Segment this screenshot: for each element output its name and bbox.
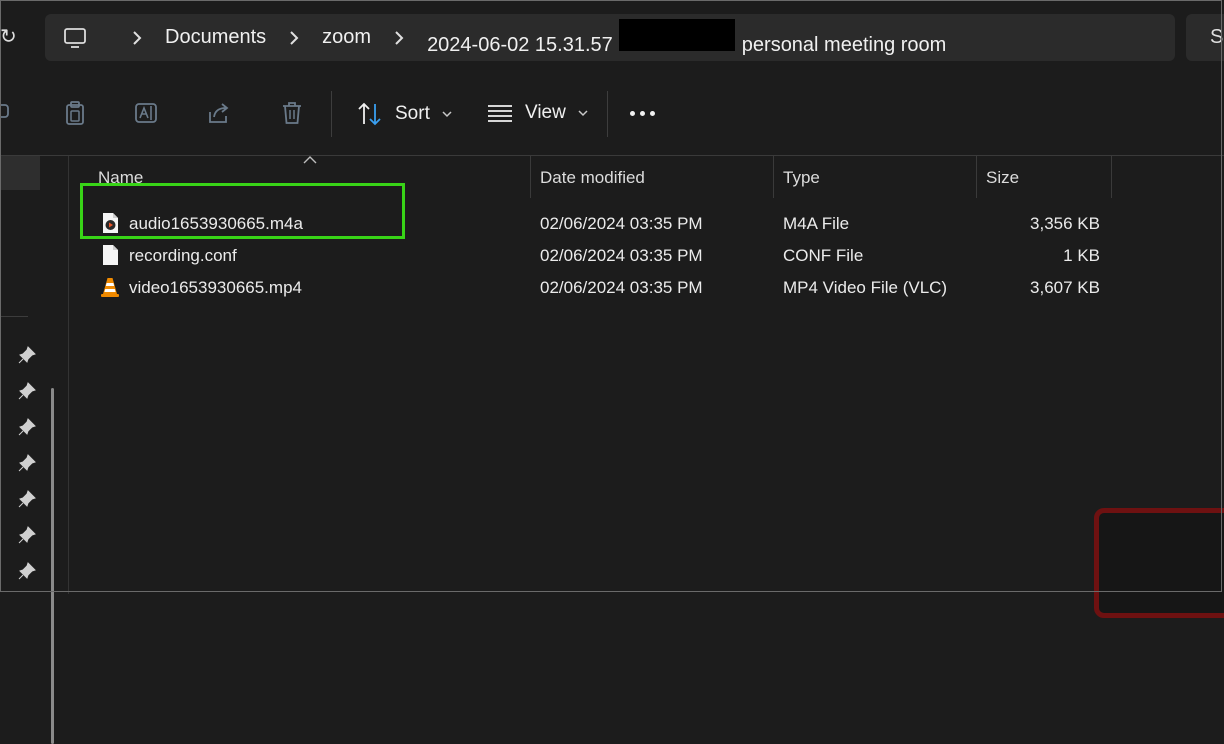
column-header-date[interactable]: Date modified <box>531 156 773 198</box>
breadcrumb-folder-date: 2024-06-02 15.31.57 <box>427 33 613 56</box>
column-header-size[interactable]: Size <box>977 156 1111 198</box>
pin-icon[interactable] <box>18 526 36 544</box>
breadcrumb-folder-suffix: personal meeting room <box>741 33 947 56</box>
pin-icon[interactable] <box>18 382 36 400</box>
audio-file-icon <box>103 213 118 233</box>
file-size: 3,607 KB <box>1030 278 1100 297</box>
paste-icon[interactable] <box>62 100 88 126</box>
pin-icon[interactable] <box>18 454 36 472</box>
pin-icon[interactable] <box>18 562 36 580</box>
toolbar-separator <box>607 91 608 137</box>
chevron-right-icon[interactable] <box>393 30 405 45</box>
command-bar: Sort View <box>0 73 1224 156</box>
view-button[interactable]: View <box>487 102 600 124</box>
file-size: 3,356 KB <box>1030 214 1100 233</box>
file-list: Name Date modified Type Size audio165393… <box>70 156 1224 594</box>
file-date: 02/06/2024 03:35 PM <box>540 214 703 233</box>
file-date: 02/06/2024 03:35 PM <box>540 246 703 265</box>
column-header-date-label: Date modified <box>540 168 645 187</box>
share-icon[interactable] <box>206 100 232 126</box>
file-row[interactable]: audio1653930665.m4a 02/06/2024 03:35 PM … <box>70 208 1224 240</box>
breadcrumb-documents[interactable]: Documents <box>165 26 266 49</box>
toolbar-separator <box>331 91 332 137</box>
pin-icon[interactable] <box>18 346 36 364</box>
search-placeholder: Se <box>1210 26 1224 48</box>
file-type: M4A File <box>783 214 850 233</box>
delete-icon[interactable] <box>279 100 305 126</box>
column-header-size-label: Size <box>986 168 1020 187</box>
file-name: recording.conf <box>129 246 237 265</box>
sort-label: Sort <box>395 103 430 124</box>
redaction-block <box>618 18 735 51</box>
overlay-window-corner <box>1094 508 1224 618</box>
navigation-pane <box>0 156 60 744</box>
chevron-down-icon <box>578 110 588 117</box>
file-name: video1653930665.mp4 <box>129 278 302 297</box>
breadcrumb-zoom[interactable]: zoom <box>322 26 371 49</box>
pin-icon[interactable] <box>18 418 36 436</box>
sort-icon <box>358 102 381 126</box>
refresh-icon[interactable]: ↻ <box>0 24 17 49</box>
column-header-type-label: Type <box>783 168 820 187</box>
computer-icon[interactable] <box>63 27 87 49</box>
column-header-name-label: Name <box>98 168 144 187</box>
pane-divider[interactable] <box>68 156 69 594</box>
address-bar-region: ↻ Documents zoom 2024-06-02 15.31.57 pers… <box>0 0 1224 72</box>
nav-divider <box>0 316 28 317</box>
view-icon <box>488 105 512 122</box>
chevron-down-icon <box>442 111 452 118</box>
vlc-icon <box>101 278 119 297</box>
share-left-icon[interactable] <box>0 100 18 126</box>
column-header-name[interactable]: Name <box>70 156 530 198</box>
breadcrumb[interactable]: Documents zoom 2024-06-02 15.31.57 person… <box>45 14 1175 61</box>
search-input[interactable]: Se <box>1186 14 1224 61</box>
file-row[interactable]: recording.conf 02/06/2024 03:35 PM CONF … <box>70 240 1224 272</box>
breadcrumb-meeting-folder[interactable]: 2024-06-02 15.31.57 personal meeting room <box>427 18 947 57</box>
view-label: View <box>525 102 566 123</box>
file-size: 1 KB <box>1063 246 1100 265</box>
column-separator[interactable] <box>1111 156 1112 198</box>
file-type: MP4 Video File (VLC) <box>783 278 948 297</box>
pin-icon[interactable] <box>18 490 36 508</box>
nav-selected-item[interactable] <box>0 156 40 190</box>
rename-icon[interactable] <box>134 100 160 126</box>
file-name: audio1653930665.m4a <box>129 214 303 233</box>
more-icon[interactable] <box>630 111 660 116</box>
column-header-type[interactable]: Type <box>774 156 976 198</box>
chevron-right-icon[interactable] <box>131 30 143 45</box>
file-date: 02/06/2024 03:35 PM <box>540 278 703 297</box>
sort-button[interactable]: Sort <box>357 102 464 126</box>
chevron-right-icon[interactable] <box>288 30 300 45</box>
file-type: CONF File <box>783 246 864 265</box>
nav-scrollbar[interactable] <box>51 388 54 744</box>
file-row[interactable]: video1653930665.mp4 02/06/2024 03:35 PM … <box>70 272 1224 304</box>
document-icon <box>103 245 118 265</box>
